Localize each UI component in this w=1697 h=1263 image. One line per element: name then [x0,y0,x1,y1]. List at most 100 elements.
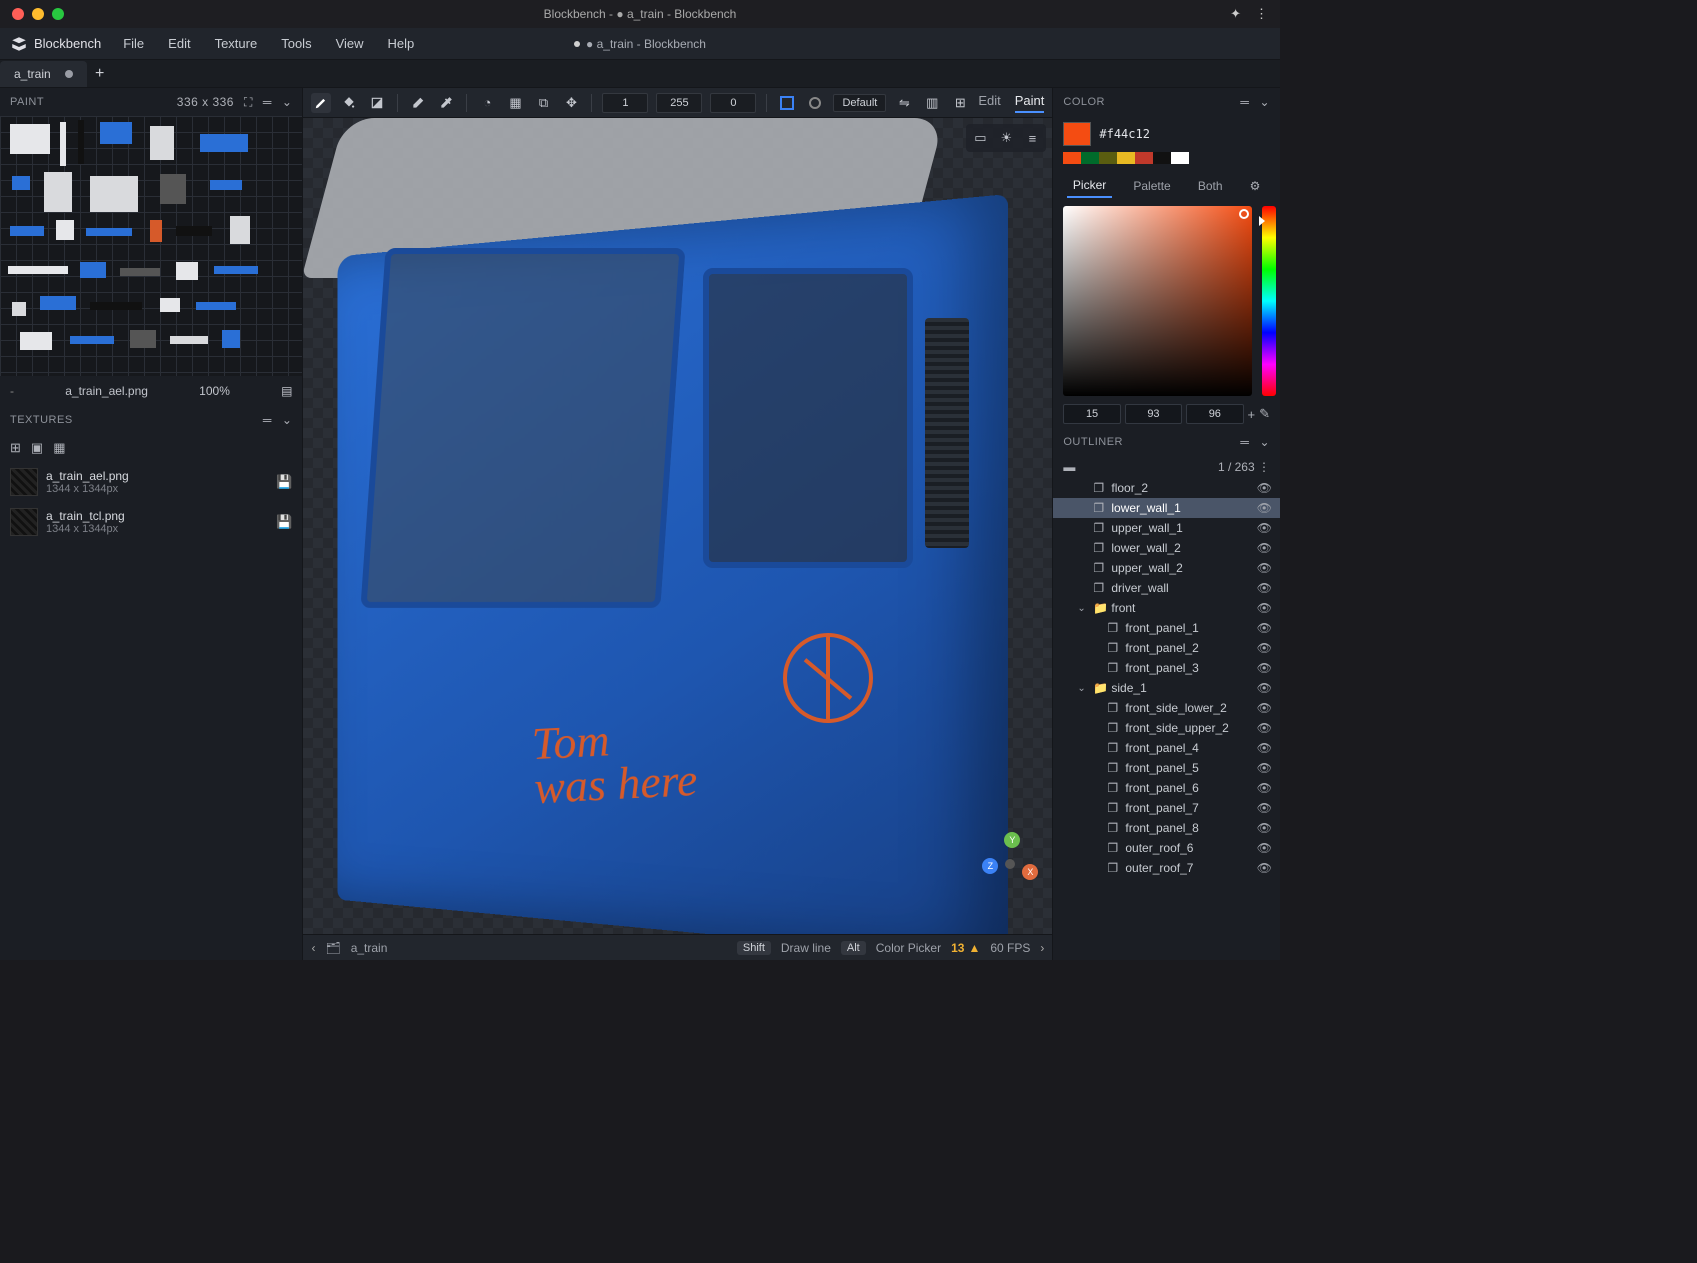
texture-item[interactable]: a_train_ael.png 1344 x 1344px 💾 [0,462,302,502]
minimize-window-icon[interactable] [32,8,44,20]
visibility-icon[interactable]: 👁 [1257,641,1272,655]
screenshot-icon[interactable]: ▭ [970,128,990,148]
blend-mode-select[interactable]: Default [833,94,886,112]
val-input[interactable]: 96 [1186,404,1243,424]
color-swatch[interactable] [1063,122,1091,146]
tab-both[interactable]: Both [1192,175,1229,197]
warnings-indicator[interactable]: 13▲ [951,941,980,955]
outliner-row[interactable]: ❐lower_wall_2👁 [1053,538,1280,558]
outliner-row[interactable]: ❐front_panel_6👁 [1053,778,1280,798]
outliner-row[interactable]: ❐front_panel_4👁 [1053,738,1280,758]
visibility-icon[interactable]: 👁 [1257,621,1272,635]
outliner-row[interactable]: ❐outer_roof_6👁 [1053,838,1280,858]
opacity-input[interactable]: 255 [656,93,702,113]
hue-input[interactable]: 15 [1063,404,1120,424]
outliner-row[interactable]: ❐front_side_upper_2👁 [1053,718,1280,738]
menu-help[interactable]: Help [378,32,425,55]
outliner-row[interactable]: ❐floor_2👁 [1053,478,1280,498]
square-brush-icon[interactable] [777,93,797,113]
maximize-window-icon[interactable] [52,8,64,20]
outliner-row[interactable]: ❐front_panel_7👁 [1053,798,1280,818]
add-color-icon[interactable]: + [1248,407,1256,422]
visibility-icon[interactable]: 👁 [1257,741,1272,755]
menu-tools[interactable]: Tools [271,32,321,55]
visibility-icon[interactable]: 👁 [1257,781,1272,795]
visibility-icon[interactable]: 👁 [1257,481,1272,495]
lock-alpha-icon[interactable]: ▥ [922,93,942,113]
chevron-down-icon[interactable]: ⌄ [1259,95,1270,109]
outliner-row[interactable]: ❐outer_roof_7👁 [1053,858,1280,878]
visibility-icon[interactable]: 👁 [1257,761,1272,775]
softness-input[interactable]: 0 [710,93,756,113]
pixel-grid-icon[interactable]: ⊞ [950,93,970,113]
outliner-row[interactable]: ❐front_panel_2👁 [1053,638,1280,658]
menu-file[interactable]: File [113,32,154,55]
palette-swatch[interactable] [1153,152,1171,164]
outliner-row[interactable]: ❐upper_wall_1👁 [1053,518,1280,538]
outliner-row[interactable]: ❐front_panel_5👁 [1053,758,1280,778]
eraser-tool-icon[interactable] [408,93,428,113]
transform-tool-icon[interactable]: ✥ [561,93,581,113]
uv-editor[interactable] [0,116,302,376]
menu-edit[interactable]: Edit [158,32,200,55]
fullscreen-icon[interactable]: ⛶ [244,95,253,110]
shapes-tool-icon[interactable]: ◔ [477,93,497,113]
palette-swatch[interactable] [1135,152,1153,164]
texture-grid-icon[interactable]: ▦ [53,440,65,456]
panel-options-icon[interactable]: ═ [1240,95,1249,109]
outliner-row[interactable]: ❐lower_wall_1👁 [1053,498,1280,518]
palette-swatch[interactable] [1081,152,1099,164]
palette-swatch[interactable] [1171,152,1189,164]
visibility-icon[interactable]: 👁 [1257,841,1272,855]
chevron-down-icon[interactable]: ⌄ [1259,435,1270,449]
visibility-icon[interactable]: 👁 [1257,721,1272,735]
visibility-icon[interactable]: 👁 [1257,701,1272,715]
outliner-row[interactable]: ❐driver_wall👁 [1053,578,1280,598]
panel-options-icon[interactable]: ═ [263,413,272,427]
close-window-icon[interactable] [12,8,24,20]
outliner-row[interactable]: ❐upper_wall_2👁 [1053,558,1280,578]
brush-size-input[interactable]: 1 [602,93,648,113]
panel-options-icon[interactable]: ═ [263,95,272,109]
viewport-3d[interactable]: Tom was here ▭ ☀ ≡ XYZ [303,118,1052,934]
import-texture-icon[interactable]: ▣ [31,440,43,456]
nav-forward-icon[interactable]: › [1040,941,1044,955]
chevron-down-icon[interactable]: ⌄ [282,95,293,109]
tab-picker[interactable]: Picker [1067,174,1112,198]
project-tab[interactable]: a_train [0,61,87,87]
visibility-icon[interactable]: 👁 [1257,561,1272,575]
fill-tool-icon[interactable] [339,93,359,113]
menu-view[interactable]: View [326,32,374,55]
brush-tool-icon[interactable] [311,93,331,113]
hue-slider[interactable] [1262,206,1276,396]
palette-swatch[interactable] [1117,152,1135,164]
sv-picker[interactable] [1063,206,1252,396]
extension-icon[interactable]: ✦ [1230,6,1241,22]
outliner-row[interactable]: ⌄📁front👁 [1053,598,1280,618]
open-tab-indicator[interactable]: ● a_train - Blockbench [574,37,706,51]
orientation-gizmo[interactable]: XYZ [978,832,1042,896]
visibility-icon[interactable]: 👁 [1257,501,1272,515]
viewport-menu-icon[interactable]: ≡ [1022,128,1042,148]
nav-back-icon[interactable]: ‹ [311,941,315,955]
outliner-row[interactable]: ⌄📁side_1👁 [1053,678,1280,698]
gradient-tool-icon[interactable] [367,93,387,113]
visibility-icon[interactable]: 👁 [1257,601,1272,615]
outliner-filter-icon[interactable]: ▬ [1063,460,1075,474]
add-tab-button[interactable]: + [87,61,113,87]
menu-texture[interactable]: Texture [205,32,268,55]
copy-tool-icon[interactable]: ⧉ [533,93,553,113]
panel-options-icon[interactable]: ═ [1240,435,1249,449]
visibility-icon[interactable]: 👁 [1257,581,1272,595]
outliner-row[interactable]: ❐front_side_lower_2👁 [1053,698,1280,718]
visibility-icon[interactable]: 👁 [1257,801,1272,815]
visibility-icon[interactable]: 👁 [1257,661,1272,675]
palette-swatch[interactable] [1099,152,1117,164]
mirror-tool-icon[interactable]: ⇋ [894,93,914,113]
tab-palette[interactable]: Palette [1127,175,1176,197]
visibility-icon[interactable]: 👁 [1257,861,1272,875]
outliner-row[interactable]: ❐front_panel_8👁 [1053,818,1280,838]
grid-tool-icon[interactable]: ▦ [505,93,525,113]
save-texture-icon[interactable]: 💾 [276,514,292,530]
eyedropper-icon[interactable]: ✎ [1259,406,1270,422]
